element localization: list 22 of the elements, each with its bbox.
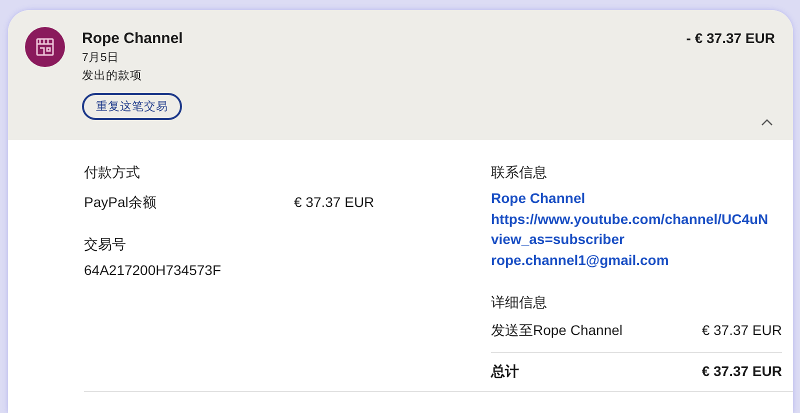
detail-label: 发送至Rope Channel xyxy=(491,322,623,340)
transaction-type: 发出的款项 xyxy=(82,68,143,83)
chevron-icon[interactable] xyxy=(761,118,773,126)
transaction-id: 64A217200H734573F xyxy=(84,262,222,278)
total-label: 总计 xyxy=(491,363,519,381)
contact-link[interactable]: https://www.youtube.com/channel/UC4uN xyxy=(491,208,782,229)
section-label: 详细信息 xyxy=(491,294,548,312)
transaction-date: 7月5日 xyxy=(82,51,120,65)
contact-link[interactable]: rope.channel1@gmail.com xyxy=(491,250,782,270)
payment-method: PayPal余额 xyxy=(84,194,158,212)
contact-link[interactable]: Rope Channel xyxy=(491,188,782,208)
contact-link[interactable]: view_as=subscriber xyxy=(491,229,782,250)
payment-amount: € 37.37 EUR xyxy=(294,194,374,212)
section-label: 付款方式 xyxy=(84,164,141,182)
detail-amount: € 37.37 EUR xyxy=(702,322,782,340)
store-icon xyxy=(34,36,56,58)
total-amount: € 37.37 EUR xyxy=(702,363,782,381)
transaction-amount: - € 37.37 EUR xyxy=(686,30,775,46)
section-label: 交易号 xyxy=(84,236,127,254)
section-label: 联系信息 xyxy=(491,164,548,182)
merchant-name: Rope Channel xyxy=(82,30,184,47)
repeat-transaction-button[interactable]: 重复这笔交易 xyxy=(82,93,182,120)
